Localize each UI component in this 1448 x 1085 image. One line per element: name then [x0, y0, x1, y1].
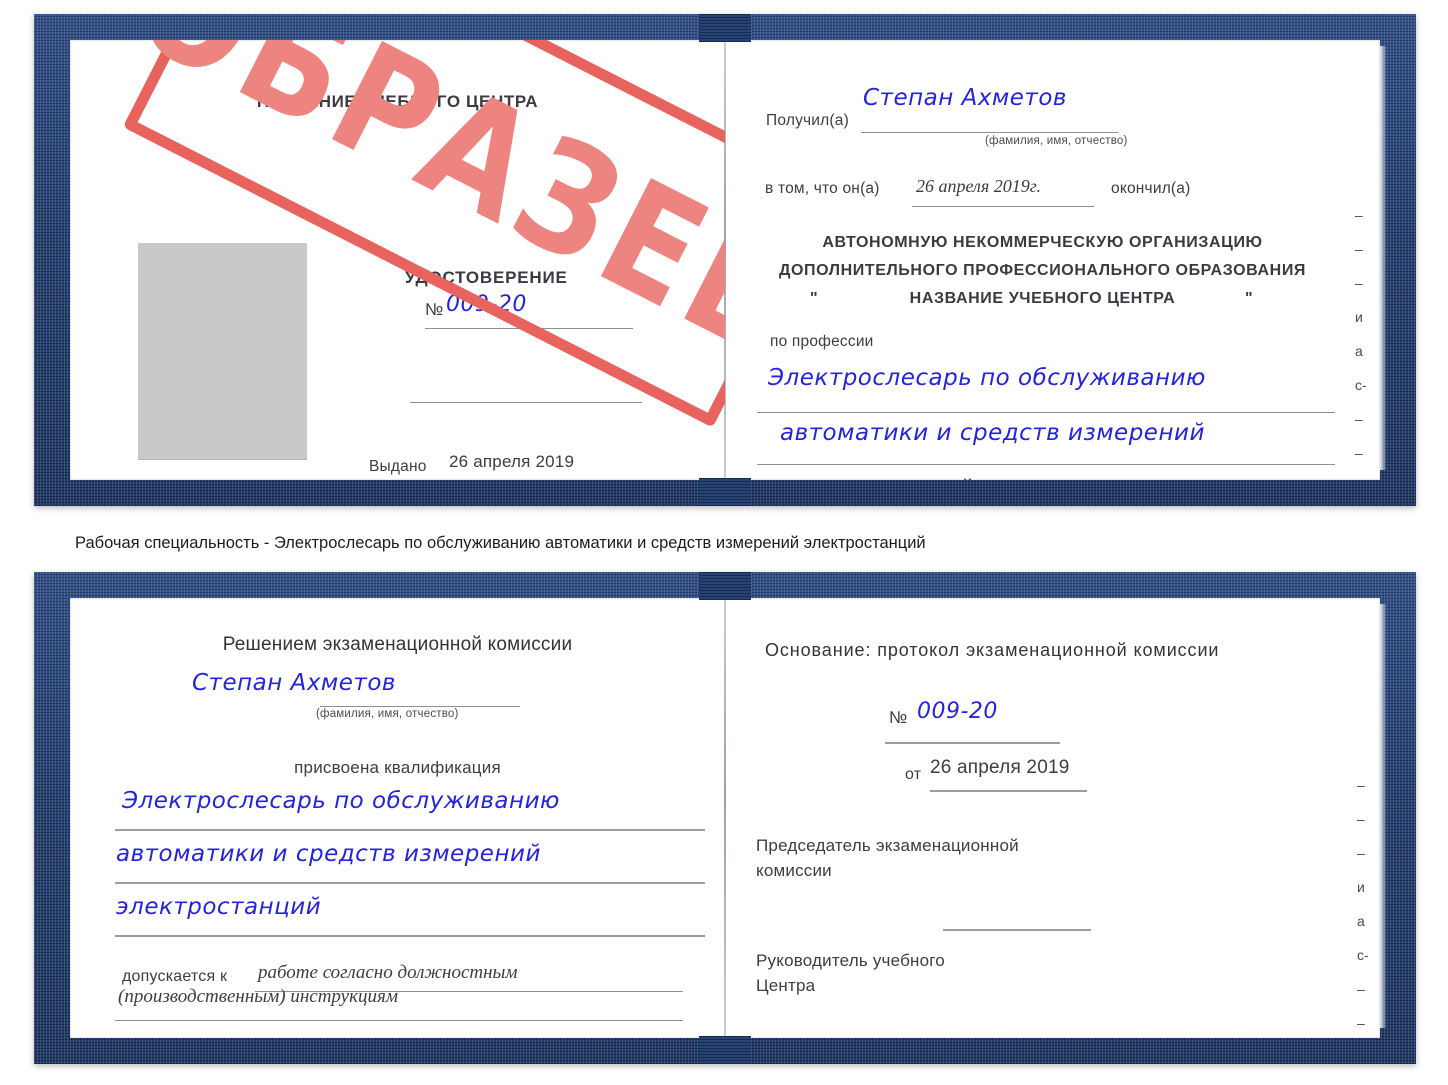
photo-placeholder: [138, 243, 307, 460]
qualification-line-1: Электрослесарь по обслуживанию: [122, 788, 560, 814]
spine-cap-top-2: [699, 572, 751, 600]
book-spine-top: [724, 40, 726, 480]
certificate-top: НАЗВАНИЕ УЧЕБНОГО ЦЕНТРА УДОСТОВЕРЕНИЕ №…: [34, 14, 1416, 506]
margin-fragment: а: [1357, 913, 1365, 929]
top-left-blank-rule: [410, 402, 642, 403]
top-left-number-rule: [425, 328, 633, 329]
qualification-line-2: автоматики и средств измерений: [116, 841, 541, 867]
margin-fragments-bottom: – – – и а с- – – – –: [1357, 768, 1379, 1038]
received-value: Степан Ахметов: [863, 85, 1067, 111]
margin-fragment: а: [1355, 343, 1363, 359]
margin-fragment: –: [1355, 445, 1363, 461]
admitted-value-line-2: (производственным) инструкциям: [118, 986, 398, 1007]
margin-fragment: –: [1357, 811, 1365, 827]
bottom-name-hint: (фамилия, имя, отчество): [316, 708, 459, 720]
top-left-page: НАЗВАНИЕ УЧЕБНОГО ЦЕНТРА УДОСТОВЕРЕНИЕ №…: [70, 40, 725, 480]
qualification-rule-3: [115, 935, 705, 937]
org-quote-close: ": [1245, 290, 1254, 307]
bottom-left-page: Решением экзаменационной комиссии Степан…: [70, 598, 725, 1038]
certificate-bottom-pages: Решением экзаменационной комиссии Степан…: [70, 572, 1386, 1064]
top-left-number-value: 009-20: [446, 292, 527, 317]
received-label: Получил(а): [766, 112, 849, 129]
spine-cap-bottom-2: [699, 1036, 751, 1064]
head-line-1: Руководитель учебного: [756, 951, 945, 970]
top-left-center-name: НАЗВАНИЕ УЧЕБНОГО ЦЕНТРА: [256, 92, 539, 111]
received-hint: (фамилия, имя, отчество): [985, 135, 1128, 147]
qualification-line-3: электростанций: [116, 894, 322, 920]
profession-rule-1: [757, 412, 1335, 413]
margin-fragment: с-: [1355, 377, 1367, 393]
basis-label: Основание: протокол экзаменационной коми…: [765, 640, 1220, 660]
in-that-label: в том, что он(а): [765, 180, 880, 197]
admitted-label: допускается к: [122, 968, 228, 985]
margin-fragment: и: [1357, 879, 1365, 895]
margin-fragment: с-: [1357, 947, 1369, 963]
org-line-3: НАЗВАНИЕ УЧЕБНОГО ЦЕНТРА: [909, 290, 1176, 307]
spine-cap-bottom: [699, 478, 751, 506]
spine-cap-top: [699, 14, 751, 42]
profession-rule-2: [757, 464, 1335, 465]
top-left-issued-label: Выдано: [369, 458, 427, 475]
profession-line-3: электростанций: [768, 476, 973, 480]
top-right-page: Получил(а) Степан Ахметов (фамилия, имя,…: [725, 40, 1380, 480]
image-caption: Рабочая специальность - Электрослесарь п…: [75, 534, 926, 552]
margin-fragment: –: [1357, 981, 1365, 997]
margin-fragments-top: – – – и а с- – – –: [1355, 198, 1377, 480]
margin-fragment: и: [1355, 309, 1363, 325]
head-line-2: Центра: [756, 976, 816, 995]
margin-fragment: –: [1357, 1015, 1365, 1031]
bottom-number-value: 009-20: [917, 699, 998, 724]
bottom-name-value: Степан Ахметов: [192, 670, 396, 696]
certificate-top-pages: НАЗВАНИЕ УЧЕБНОГО ЦЕНТРА УДОСТОВЕРЕНИЕ №…: [70, 14, 1386, 506]
margin-fragment: –: [1355, 241, 1363, 257]
org-line-1: АВТОНОМНУЮ НЕКОММЕРЧЕСКУЮ ОРГАНИЗАЦИЮ: [822, 234, 1263, 251]
profession-label: по профессии: [770, 333, 874, 350]
margin-fragment: –: [1357, 777, 1365, 793]
bottom-number-rule: [885, 742, 1060, 744]
admitted-value-line-1: работе согласно должностным: [258, 962, 518, 983]
chairman-signature-rule: [943, 929, 1091, 931]
certificate-bottom: Решением экзаменационной комиссии Степан…: [34, 572, 1416, 1064]
margin-fragment: –: [1355, 411, 1363, 427]
admitted-rule-2: [115, 1020, 683, 1021]
book-spine-bottom: [724, 598, 726, 1038]
commission-heading: Решением экзаменационной комиссии: [222, 634, 573, 655]
bottom-date-rule: [930, 790, 1087, 792]
org-line-2: ДОПОЛНИТЕЛЬНОГО ПРОФЕССИОНАЛЬНОГО ОБРАЗО…: [778, 262, 1307, 279]
bottom-name-rule: [320, 706, 520, 707]
in-that-value: 26 апреля 2019г.: [916, 176, 1042, 196]
top-left-title: УДОСТОВЕРЕНИЕ: [405, 268, 568, 287]
profession-line-2: автоматики и средств измерений: [780, 420, 1205, 446]
qualification-rule-2: [115, 882, 705, 884]
in-that-rule: [912, 206, 1094, 207]
top-left-number-label: №: [425, 300, 444, 319]
chairman-line-1: Председатель экзаменационной: [756, 836, 1019, 855]
bottom-date-label: от: [905, 766, 922, 783]
received-rule: [861, 132, 1118, 133]
bottom-right-page: Основание: протокол экзаменационной коми…: [725, 598, 1380, 1038]
margin-fragment: –: [1355, 470, 1377, 480]
finished-label: окончил(а): [1111, 180, 1191, 197]
bottom-number-label: №: [889, 708, 908, 727]
profession-line-1: Электрослесарь по обслуживанию: [768, 365, 1206, 391]
margin-fragment: –: [1355, 275, 1363, 291]
qualification-rule-1: [115, 829, 705, 831]
margin-fragment: –: [1355, 207, 1363, 223]
top-left-issued-value: 26 апреля 2019: [449, 452, 575, 471]
qualification-label: присвоена квалификация: [294, 758, 501, 777]
chairman-line-2: комиссии: [756, 861, 832, 880]
bottom-date-value: 26 апреля 2019: [930, 757, 1070, 778]
margin-fragment: –: [1357, 845, 1365, 861]
